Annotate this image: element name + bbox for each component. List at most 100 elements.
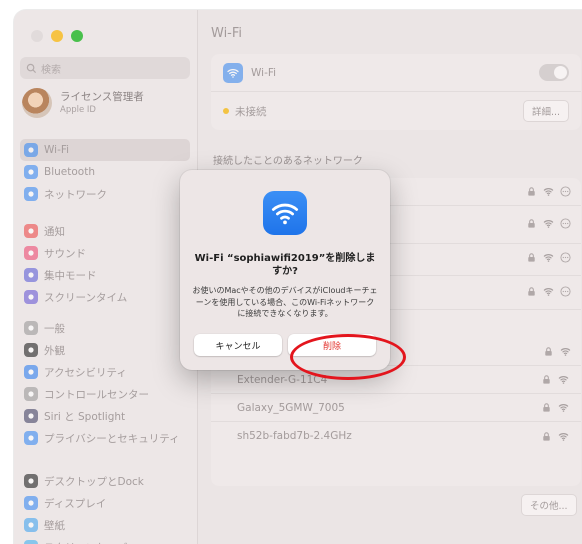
network-status-icons <box>541 402 569 413</box>
dialog-message: お使いのMacやその他のデバイスがiCloudキーチェーンを使用している場合、こ… <box>192 286 378 318</box>
wifi-toggle-row: Wi-Fi <box>211 54 581 92</box>
control-center-icon <box>24 387 38 401</box>
bluetooth-icon <box>24 165 38 179</box>
bell-icon <box>24 224 38 238</box>
wifi-icon <box>263 191 307 235</box>
wifi-status: 未接続 <box>235 105 267 118</box>
wifi-panel: Wi-Fi 未接続 詳細... <box>211 54 581 130</box>
lock-icon <box>543 431 550 441</box>
network-name: Galaxy_5GMW_7005 <box>237 401 345 414</box>
sidebar-item[interactable]: サウンド <box>20 242 190 264</box>
lock-icon <box>543 403 550 412</box>
sidebar-item[interactable]: スクリーンセーバ <box>20 536 190 544</box>
minimize-window-button[interactable] <box>51 30 63 42</box>
lock-icon <box>528 219 535 228</box>
search-placeholder: 検索 <box>41 64 61 76</box>
network-name: Extender-G-11C4 <box>237 373 328 386</box>
apple-id-account[interactable]: ライセンス管理者 Apple ID <box>22 88 144 118</box>
sidebar-item[interactable]: デスクトップとDock <box>20 470 190 492</box>
window-controls <box>31 30 83 42</box>
sidebar-item-label: 外観 <box>44 344 65 357</box>
hourglass-icon <box>24 290 38 304</box>
sidebar-group: Wi-Fi Bluetooth ネットワーク <box>20 139 190 205</box>
lock-icon <box>528 287 535 296</box>
wifi-signal-icon <box>558 432 569 441</box>
network-row[interactable]: Extender-G-11C4 <box>211 366 581 394</box>
more-options-icon[interactable] <box>560 186 571 197</box>
close-window-button[interactable] <box>31 30 43 42</box>
sidebar-item[interactable]: 外観 <box>20 339 190 361</box>
sidebar-item-label: スクリーンタイム <box>44 291 128 304</box>
sidebar-item[interactable]: コントロールセンター <box>20 383 190 405</box>
sidebar-item[interactable]: 壁紙 <box>20 514 190 536</box>
sidebar-item[interactable]: プライバシーとセキュリティ <box>20 427 190 449</box>
sidebar-item-label: サウンド <box>44 247 86 260</box>
sidebar-group: デスクトップとDock ディスプレイ壁紙スクリーンセーバ <box>20 470 190 544</box>
sidebar-item[interactable]: 一般 <box>20 317 190 339</box>
sidebar-group: 一般外観アクセシビリティコントロールセンター Siri と Spotlight プラ… <box>20 317 190 449</box>
appearance-icon <box>24 343 38 357</box>
other-networks-button[interactable]: その他... <box>521 494 577 516</box>
accessibility-icon <box>24 365 38 379</box>
sidebar-item-label: Bluetooth <box>44 166 95 178</box>
sidebar-item-label: Siri と Spotlight <box>44 410 126 423</box>
delete-button[interactable]: 削除 <box>288 334 376 356</box>
sidebar-item[interactable]: 通知 <box>20 220 190 242</box>
delete-network-dialog: Wi-Fi “sophiawifi2019”を削除しますか? お使いのMacやそ… <box>180 170 390 370</box>
wifi-signal-icon <box>558 404 569 412</box>
sidebar-item[interactable]: Wi-Fi <box>20 139 190 161</box>
network-status-icons <box>541 431 569 442</box>
sidebar-item-label: スクリーンセーバ <box>44 540 127 544</box>
wifi-label: Wi-Fi <box>251 66 277 79</box>
zoom-window-button[interactable] <box>71 30 83 42</box>
sidebar-item[interactable]: Siri と Spotlight <box>20 405 190 427</box>
wifi-toggle[interactable] <box>539 64 569 81</box>
sidebar-item[interactable]: ネットワーク <box>20 183 190 205</box>
screensaver-icon <box>24 540 38 544</box>
sidebar-item-label: 通知 <box>44 225 65 238</box>
status-dot-icon <box>223 108 229 114</box>
wifi-signal-icon <box>558 376 569 384</box>
sidebar-group: 通知サウンド集中モードスクリーンタイム <box>20 220 190 308</box>
lock-icon <box>543 375 550 384</box>
details-button[interactable]: 詳細... <box>522 100 569 122</box>
sidebar-item[interactable]: Bluetooth <box>20 161 190 183</box>
more-options-icon[interactable] <box>560 252 571 263</box>
speaker-icon <box>24 246 38 260</box>
wifi-signal-icon <box>560 348 571 356</box>
sidebar-item-label: コントロールセンター <box>44 388 149 401</box>
sidebar-item[interactable]: 集中モード <box>20 264 190 286</box>
network-status-icons <box>541 374 569 385</box>
more-options-icon[interactable] <box>560 218 571 229</box>
sidebar-item[interactable]: スクリーンタイム <box>20 286 190 308</box>
globe-icon <box>24 187 38 201</box>
sidebar-item-label: デスクトップとDock <box>44 475 144 488</box>
sidebar-item-label: プライバシーとセキュリティ <box>44 432 180 445</box>
wifi-signal-icon <box>543 188 554 196</box>
wifi-icon <box>223 62 243 83</box>
sidebar-item-label: ディスプレイ <box>44 497 107 510</box>
dialog-title: Wi-Fi “sophiawifi2019”を削除しますか? <box>194 253 376 277</box>
network-row[interactable]: Galaxy_5GMW_7005 <box>211 394 581 422</box>
lock-icon <box>528 253 535 262</box>
wifi-signal-icon <box>543 220 554 228</box>
sun-icon <box>24 496 38 510</box>
page-title: Wi-Fi <box>211 26 243 41</box>
network-row[interactable]: sh52b-fabd7b-2.4GHz <box>211 422 581 450</box>
sidebar-item-label: 集中モード <box>44 269 97 282</box>
search-field[interactable]: 検索 <box>20 57 190 79</box>
known-networks-title: 接続したことのあるネットワーク <box>213 156 363 167</box>
more-options-icon[interactable] <box>560 286 571 297</box>
wifi-icon <box>24 143 38 157</box>
wifi-status-row: 未接続 詳細... <box>211 92 581 130</box>
sidebar-item-label: Wi-Fi <box>44 144 70 156</box>
network-name: sh52b-fabd7b-2.4GHz <box>237 430 352 442</box>
account-subtitle: Apple ID <box>60 104 96 115</box>
dock-icon <box>24 474 38 488</box>
avatar <box>22 88 52 118</box>
search-icon <box>26 63 37 73</box>
sidebar-item[interactable]: ディスプレイ <box>20 492 190 514</box>
sidebar-item[interactable]: アクセシビリティ <box>20 361 190 383</box>
sidebar-item-label: ネットワーク <box>44 188 107 201</box>
cancel-button[interactable]: キャンセル <box>194 334 282 356</box>
